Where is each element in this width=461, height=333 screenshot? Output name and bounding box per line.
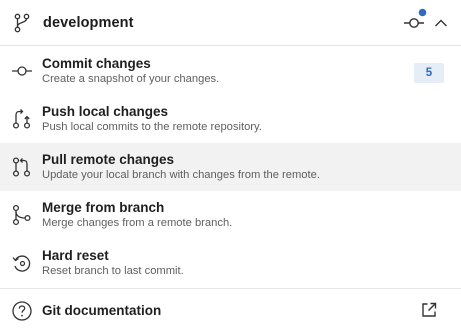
menu-item-title: Push local changes	[42, 104, 169, 119]
menu-item-merge-from-branch[interactable]: Merge from branch Merge changes from a r…	[0, 191, 461, 239]
menu-item-pull-remote-changes[interactable]: Pull remote changes Update your local br…	[0, 143, 461, 191]
menu-item-title: Hard reset	[42, 248, 109, 263]
menu-item-description: Reset branch to last commit.	[42, 265, 184, 277]
help-circle-icon	[12, 301, 32, 321]
menu-item-title: Commit changes	[42, 56, 151, 71]
git-documentation-link[interactable]: Git documentation	[0, 288, 461, 333]
menu-item-description: Merge changes from a remote branch.	[42, 217, 233, 229]
commit-pending-icon	[404, 8, 427, 28]
external-link-icon	[422, 302, 437, 317]
pending-changes-badge: 5	[414, 63, 444, 83]
menu-item-title: Merge from branch	[42, 200, 165, 215]
reset-icon	[12, 255, 31, 272]
menu-item-title: Pull remote changes	[42, 152, 175, 167]
status-dot	[418, 8, 427, 17]
menu-item-commit-changes[interactable]: Commit changes Create a snapshot of your…	[0, 47, 461, 95]
git-menu-panel: development Commit changes Create a snap…	[0, 0, 461, 333]
git-merge-icon	[12, 204, 31, 226]
branch-header[interactable]: development	[0, 0, 461, 46]
documentation-label: Git documentation	[42, 303, 162, 318]
menu-item-description: Push local commits to the remote reposit…	[42, 121, 262, 133]
git-branch-icon	[14, 13, 30, 33]
menu-item-description: Create a snapshot of your changes.	[42, 73, 220, 85]
git-push-icon	[12, 109, 31, 129]
git-commit-icon	[12, 66, 32, 76]
menu-item-push-local-changes[interactable]: Push local changes Push local commits to…	[0, 95, 461, 143]
menu-item-description: Update your local branch with changes fr…	[42, 169, 320, 181]
chevron-up-icon[interactable]	[434, 17, 448, 29]
menu-item-hard-reset[interactable]: Hard reset Reset branch to last commit.	[0, 239, 461, 287]
git-pull-icon	[12, 157, 31, 177]
branch-name: development	[43, 15, 134, 31]
